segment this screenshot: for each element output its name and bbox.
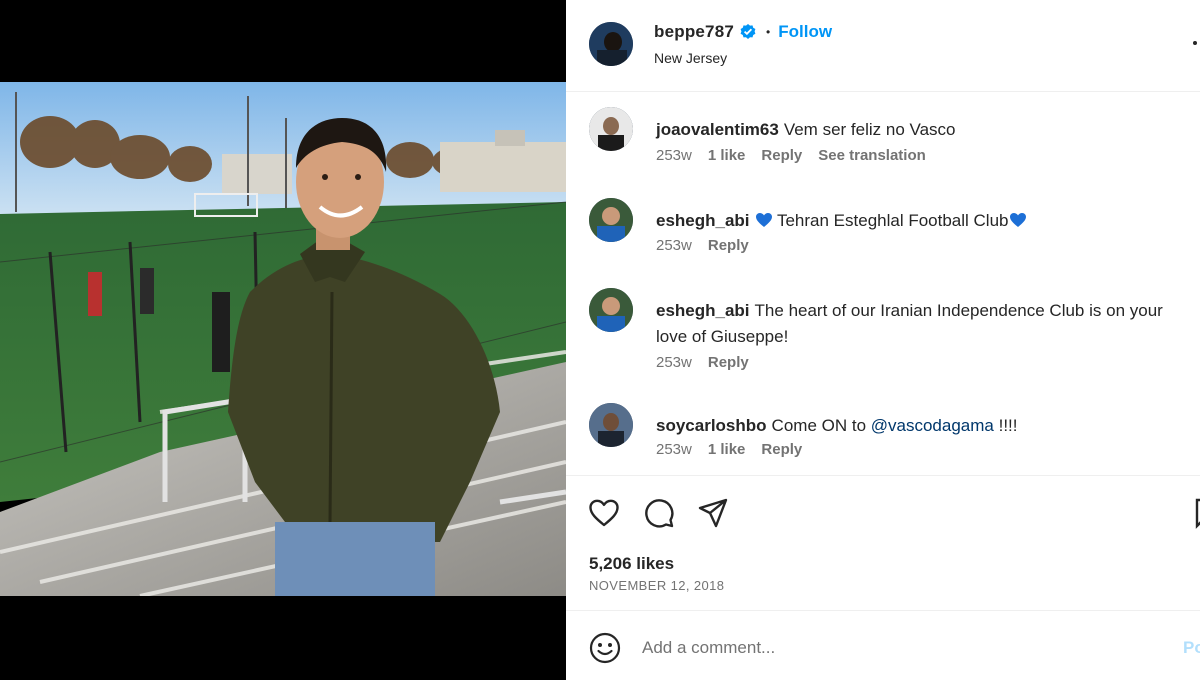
comment-text: soycarloshbo Come ON to @vascodagama !!!! — [656, 413, 1176, 439]
avatar-image — [589, 288, 633, 332]
comment-input[interactable] — [642, 631, 1162, 665]
comment-age[interactable]: 253w — [656, 354, 692, 371]
blue-heart-emoji-icon — [755, 213, 772, 227]
see-translation-button[interactable]: See translation — [818, 147, 926, 164]
avatar-image — [589, 22, 633, 66]
media-pane — [0, 0, 566, 680]
blue-heart-emoji-icon — [1009, 213, 1026, 227]
comment-meta: 253w Reply — [656, 237, 749, 254]
reply-button[interactable]: Reply — [708, 354, 749, 371]
post-date[interactable]: NOVEMBER 12, 2018 — [589, 578, 724, 593]
bookmark-icon[interactable] — [1194, 496, 1200, 530]
comment-body-end: !!!! — [998, 416, 1018, 435]
comment-bubble-icon[interactable] — [642, 496, 676, 530]
post-comment-button[interactable]: Post — [1183, 638, 1200, 658]
comment-body: Tehran Esteghlal Football Club — [776, 211, 1009, 230]
post-panel: beppe787 • Follow New Jersey joaovalenti… — [566, 0, 1200, 680]
reply-button[interactable]: Reply — [761, 441, 802, 458]
mention-link[interactable]: @vascodagama — [871, 416, 994, 435]
post-photo-illustration — [0, 82, 566, 596]
avatar-image — [589, 403, 633, 447]
comment-text: joaovalentim63 Vem ser feliz no Vasco — [656, 117, 1176, 143]
smiley-icon[interactable] — [588, 631, 622, 665]
comment-text: eshegh_abi The heart of our Iranian Indep… — [656, 298, 1176, 350]
comment-likes[interactable]: 1 like — [708, 147, 746, 164]
avatar-image — [589, 107, 633, 151]
comment-age[interactable]: 253w — [656, 237, 692, 254]
author-avatar[interactable] — [589, 22, 633, 66]
avatar-image — [589, 198, 633, 242]
more-options-icon[interactable] — [1193, 41, 1197, 45]
post-header: beppe787 • Follow New Jersey — [566, 0, 1200, 92]
comment-username[interactable]: eshegh_abi — [656, 211, 750, 230]
comment-body: Vem ser feliz no Vasco — [783, 120, 956, 139]
commenter-avatar[interactable] — [589, 288, 633, 332]
comment-age[interactable]: 253w — [656, 441, 692, 458]
commenter-avatar[interactable] — [589, 403, 633, 447]
post-actions: 5,206 likes NOVEMBER 12, 2018 — [566, 475, 1200, 610]
follow-button[interactable]: Follow — [778, 22, 832, 42]
comment-age[interactable]: 253w — [656, 147, 692, 164]
verified-badge-icon — [739, 23, 757, 41]
comment-meta: 253w 1 like Reply See translation — [656, 147, 926, 164]
commenter-avatar[interactable] — [589, 107, 633, 151]
comment-likes[interactable]: 1 like — [708, 441, 746, 458]
commenter-avatar[interactable] — [589, 198, 633, 242]
likes-count[interactable]: 5,206 likes — [589, 554, 674, 574]
author-line: beppe787 • Follow — [654, 22, 832, 42]
author-username[interactable]: beppe787 — [654, 22, 734, 42]
comment-body: Come ON to — [771, 416, 867, 435]
post-photo[interactable] — [0, 82, 566, 596]
comments-list[interactable]: joaovalentim63 Vem ser feliz no Vasco 253… — [566, 93, 1200, 475]
dot-separator: • — [766, 25, 771, 39]
comment-username[interactable]: eshegh_abi — [656, 301, 750, 320]
post-location[interactable]: New Jersey — [654, 50, 727, 66]
comment-meta: 253w 1 like Reply — [656, 441, 802, 458]
add-comment-bar: Post — [566, 610, 1200, 680]
comment-text: eshegh_abi Tehran Esteghlal Football Clu… — [656, 208, 1176, 234]
comment-username[interactable]: soycarloshbo — [656, 416, 767, 435]
comment-meta: 253w Reply — [656, 354, 749, 371]
comment-username[interactable]: joaovalentim63 — [656, 120, 779, 139]
reply-button[interactable]: Reply — [761, 147, 802, 164]
reply-button[interactable]: Reply — [708, 237, 749, 254]
paper-plane-icon[interactable] — [696, 496, 730, 530]
heart-outline-icon[interactable] — [587, 496, 621, 530]
